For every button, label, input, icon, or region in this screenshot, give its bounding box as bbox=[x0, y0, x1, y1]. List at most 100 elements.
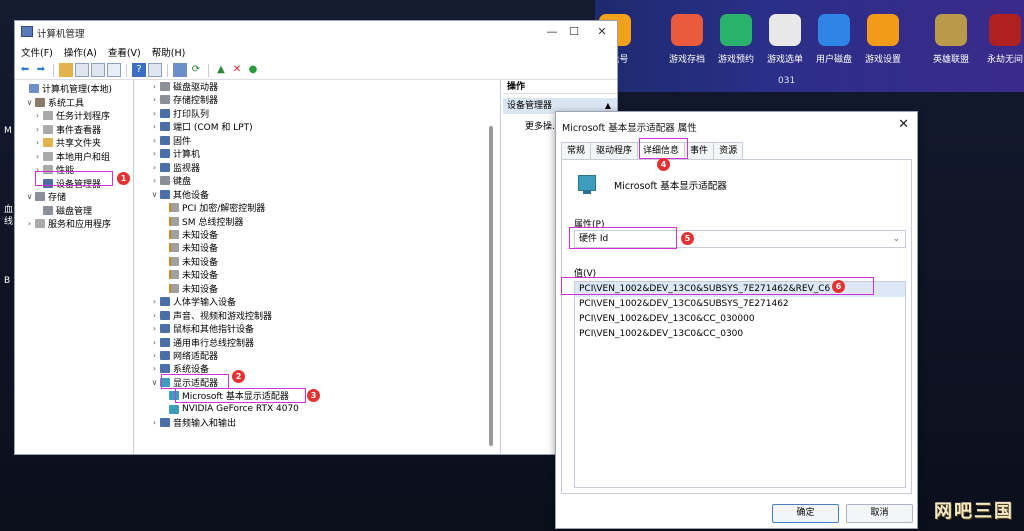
chevron-down-icon[interactable]: ∨ bbox=[150, 378, 159, 387]
device-tree-item[interactable]: 未知设备 bbox=[168, 282, 218, 295]
tree-item[interactable]: › 共享文件夹 bbox=[33, 136, 101, 149]
device-tree-item[interactable]: 未知设备 bbox=[168, 241, 218, 254]
tree-item[interactable]: 计算机管理(本地) bbox=[19, 82, 112, 95]
tree-item[interactable]: ∨ 系统工具 bbox=[25, 96, 84, 109]
device-tree-item[interactable]: › 监视器 bbox=[150, 161, 200, 174]
device-tree-item[interactable]: › 鼠标和其他指针设备 bbox=[150, 322, 254, 335]
tree-item[interactable]: › 任务计划程序 bbox=[33, 109, 110, 122]
chevron-right-icon[interactable]: › bbox=[150, 109, 159, 118]
value-row[interactable]: PCI\VEN_1002&DEV_13C0&SUBSYS_7E271462 bbox=[575, 297, 905, 312]
device-tree-item[interactable]: › 计算机 bbox=[150, 147, 200, 160]
device-tree-item[interactable]: › 人体学输入设备 bbox=[150, 295, 236, 308]
chevron-right-icon[interactable]: › bbox=[150, 311, 159, 320]
chevron-right-icon[interactable]: › bbox=[150, 122, 159, 131]
view-icon[interactable] bbox=[148, 63, 162, 77]
menu-file[interactable]: 文件(F) bbox=[21, 45, 53, 59]
chevron-right-icon[interactable]: › bbox=[150, 297, 159, 306]
chevron-down-icon[interactable]: ∨ bbox=[25, 98, 34, 107]
value-row[interactable]: PCI\VEN_1002&DEV_13C0&CC_0300 bbox=[575, 327, 905, 342]
value-row[interactable]: PCI\VEN_1002&DEV_13C0&CC_030000 bbox=[575, 312, 905, 327]
minimize-button[interactable]: — bbox=[540, 24, 564, 40]
desktop-app[interactable]: 永劫无间 bbox=[980, 14, 1024, 65]
device-tree-label: 未知设备 bbox=[182, 257, 219, 268]
chevron-right-icon[interactable]: › bbox=[150, 176, 159, 185]
menu-action[interactable]: 操作(A) bbox=[64, 45, 97, 59]
maximize-button[interactable]: ☐ bbox=[562, 24, 586, 40]
device-tree-item[interactable]: › 音频输入和输出 bbox=[150, 416, 236, 429]
device-tree-item[interactable]: › 通用串行总线控制器 bbox=[150, 336, 254, 349]
device-tree-item[interactable]: › 磁盘驱动器 bbox=[150, 80, 218, 93]
device-tree-item[interactable]: PCI 加密/解密控制器 bbox=[168, 201, 265, 214]
device-tree-item[interactable]: SM 总线控制器 bbox=[168, 215, 243, 228]
device-tree-item[interactable]: 未知设备 bbox=[168, 268, 218, 281]
back-icon[interactable]: ⬅ bbox=[18, 63, 32, 77]
chevron-right-icon[interactable]: › bbox=[25, 219, 34, 228]
show-tree-icon[interactable] bbox=[75, 63, 89, 77]
scan-hardware-icon[interactable]: ⟳ bbox=[189, 63, 203, 77]
desktop-app[interactable]: 英雄联盟 bbox=[926, 14, 976, 65]
uninstall-icon[interactable]: ✕ bbox=[230, 63, 244, 77]
device-tree-item[interactable]: NVIDIA GeForce RTX 4070 bbox=[168, 403, 299, 416]
chevron-right-icon[interactable]: › bbox=[150, 149, 159, 158]
chevron-right-icon[interactable]: › bbox=[150, 82, 159, 91]
chevron-right-icon[interactable]: › bbox=[150, 95, 159, 104]
ok-button[interactable]: 确定 bbox=[772, 504, 839, 523]
device-tree-scrollbar[interactable] bbox=[489, 126, 493, 446]
chevron-right-icon[interactable]: › bbox=[33, 125, 42, 134]
tree-item[interactable]: › 本地用户和组 bbox=[33, 150, 110, 163]
chevron-down-icon[interactable]: ∨ bbox=[25, 192, 34, 201]
chevron-right-icon[interactable]: › bbox=[150, 163, 159, 172]
device-tree-item[interactable]: ∨ 其他设备 bbox=[150, 188, 209, 201]
tree-item[interactable]: 磁盘管理 bbox=[33, 204, 92, 217]
menu-view[interactable]: 查看(V) bbox=[108, 45, 141, 59]
device-tree-item[interactable]: 未知设备 bbox=[168, 228, 218, 241]
app-icon bbox=[989, 14, 1021, 46]
device-tree-item[interactable]: 未知设备 bbox=[168, 255, 218, 268]
app-icon bbox=[720, 14, 752, 46]
chevron-right-icon[interactable]: › bbox=[150, 418, 159, 427]
device-tree-item[interactable]: › 声音、视频和游戏控制器 bbox=[150, 309, 272, 322]
chevron-right-icon[interactable]: › bbox=[33, 152, 42, 161]
cancel-button[interactable]: 取消 bbox=[846, 504, 913, 523]
close-button[interactable]: ✕ bbox=[590, 24, 614, 40]
enable-device-icon[interactable]: ● bbox=[246, 63, 260, 77]
dialog-close-button[interactable]: ✕ bbox=[898, 117, 909, 132]
tab-resources[interactable]: 资源 bbox=[713, 142, 744, 159]
cm-title: 计算机管理 bbox=[37, 29, 85, 40]
export-icon[interactable] bbox=[107, 63, 121, 77]
tab-general[interactable]: 常规 bbox=[561, 142, 592, 159]
unknown-device-icon bbox=[169, 216, 179, 226]
tab-driver[interactable]: 驱动程序 bbox=[590, 142, 639, 159]
app-label: 游戏设置 bbox=[864, 55, 901, 65]
device-tree-item[interactable]: › 端口 (COM 和 LPT) bbox=[150, 120, 253, 133]
up-folder-icon[interactable] bbox=[59, 63, 73, 77]
tree-item[interactable]: ∨ 存储 bbox=[25, 190, 66, 203]
properties-icon[interactable] bbox=[91, 63, 105, 77]
device-tree-item[interactable]: › 网络适配器 bbox=[150, 349, 218, 362]
device-tree-item[interactable]: › 打印队列 bbox=[150, 107, 209, 120]
chevron-right-icon[interactable]: › bbox=[33, 111, 42, 120]
update-driver-icon[interactable]: ▲ bbox=[214, 63, 228, 77]
device-tree-item[interactable]: › 键盘 bbox=[150, 174, 191, 187]
help-icon[interactable]: ? bbox=[132, 63, 146, 77]
desktop-app[interactable]: 游戏存档 bbox=[662, 14, 712, 65]
desktop-app[interactable]: 游戏设置 bbox=[858, 14, 908, 65]
tree-item[interactable]: › 服务和应用程序 bbox=[25, 217, 111, 230]
device-tree-item[interactable]: › 存储控制器 bbox=[150, 93, 218, 106]
chevron-right-icon[interactable]: › bbox=[150, 324, 159, 333]
chevron-right-icon[interactable]: › bbox=[150, 364, 159, 373]
desktop-app[interactable]: 游戏选单 bbox=[760, 14, 810, 65]
desktop-app[interactable]: 用户磁盘 bbox=[809, 14, 859, 65]
chevron-right-icon[interactable]: › bbox=[150, 351, 159, 360]
chevron-right-icon[interactable]: › bbox=[150, 338, 159, 347]
chevron-right-icon[interactable]: › bbox=[33, 138, 42, 147]
menu-help[interactable]: 帮助(H) bbox=[152, 45, 186, 59]
device-tree-item[interactable]: › 固件 bbox=[150, 134, 191, 147]
forward-icon[interactable]: ➡ bbox=[34, 63, 48, 77]
monitor-icon[interactable] bbox=[173, 63, 187, 77]
tab-events[interactable]: 事件 bbox=[684, 142, 715, 159]
desktop-app[interactable]: 游戏预约 bbox=[711, 14, 761, 65]
chevron-right-icon[interactable]: › bbox=[150, 136, 159, 145]
chevron-down-icon[interactable]: ∨ bbox=[150, 190, 159, 199]
tree-item[interactable]: › 事件查看器 bbox=[33, 123, 101, 136]
